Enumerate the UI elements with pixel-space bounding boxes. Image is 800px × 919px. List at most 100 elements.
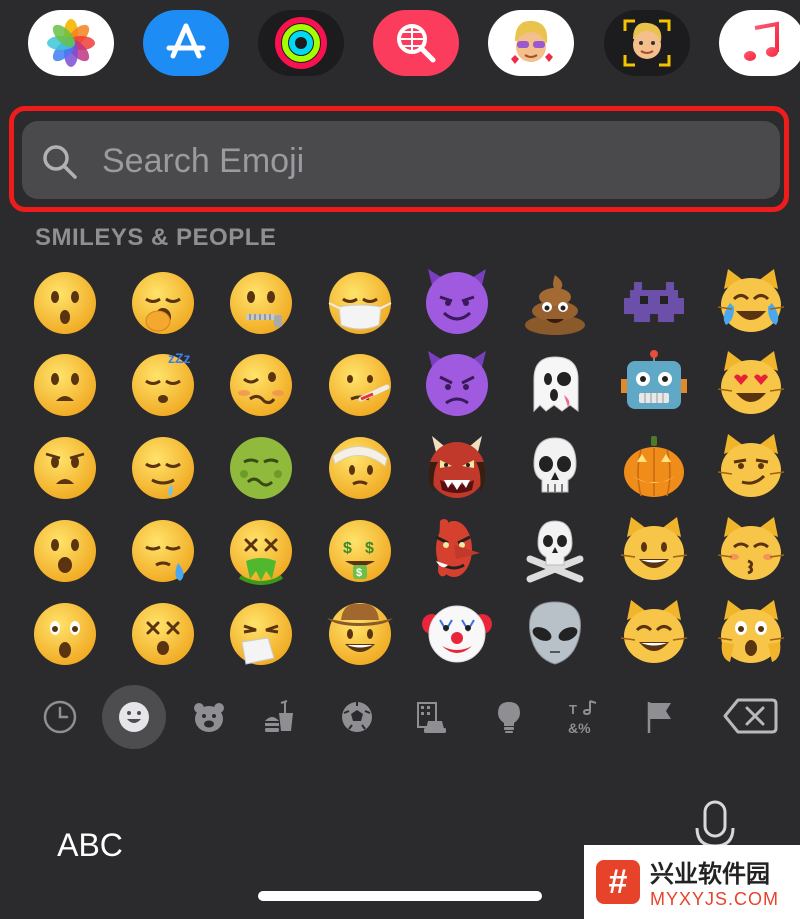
emoji-clown-face[interactable] [417,593,497,673]
emoji-robot[interactable] [614,344,694,424]
grinning-cat-with-smiling-eyes-icon [620,600,688,663]
ghost-icon [533,356,579,413]
emoji-face-with-head-bandage[interactable] [320,427,400,507]
emoji-ghost[interactable] [515,344,595,424]
emoji-angry-face-with-horns[interactable] [417,344,497,424]
emoji-kissing-cat[interactable] [711,510,791,590]
robot-icon [621,350,687,409]
category-activity-button[interactable] [325,685,389,749]
delete-key[interactable] [722,696,778,736]
category-smileys-people-button[interactable] [102,685,166,749]
category-recent-button[interactable] [28,685,92,749]
music-app-button[interactable] [719,10,800,76]
emoji-hushed-face[interactable] [25,262,105,342]
emoji-skull[interactable] [515,427,595,507]
burger-cup-icon [265,700,293,732]
memoji-stickers-app-button[interactable] [488,10,574,76]
hushed-face-icon [34,272,96,334]
animoji-app-button[interactable] [604,10,690,76]
nauseated-face-icon [230,437,292,499]
home-indicator [258,891,542,901]
emoji-cat-with-wry-smile[interactable] [711,427,791,507]
emoji-smiling-face-with-horns[interactable] [417,262,497,342]
images-search-app-button[interactable] [373,10,459,76]
svg-text:$: $ [343,540,352,557]
category-flags-button[interactable] [627,685,691,749]
emoji-anguished-face[interactable] [25,427,105,507]
activity-app-button[interactable] [258,10,344,76]
emoji-skull-and-crossbones[interactable] [515,510,595,590]
smiling-cat-with-heart-eyes-icon [717,351,785,414]
watermark-logo: # [596,860,640,904]
frowning-face-with-open-mouth-icon [34,354,96,416]
emoji-woozy-face[interactable] [221,344,301,424]
symbols-icon: T &% [568,700,597,735]
clock-icon [43,700,77,734]
clown-face-icon [422,605,492,663]
emoji-jack-o-lantern[interactable] [614,427,694,507]
emoji-alien[interactable] [515,593,595,673]
category-travel-places-button[interactable] [398,685,462,749]
skull-and-crossbones-icon [526,520,584,583]
skull-icon [533,437,577,493]
emoji-face-with-thermometer[interactable] [320,344,400,424]
emoji-face-with-open-mouth[interactable] [25,510,105,590]
building-car-icon [417,702,446,733]
memoji-sticker-icon [511,20,553,64]
category-food-drink-button[interactable] [247,685,311,749]
sleeping-face-icon: zZz [132,350,194,416]
emoji-money-mouth-face[interactable]: $ $ $ [320,510,400,590]
emoji-weary-cat[interactable] [711,593,791,673]
watermark-url: MYXYJS.COM [650,889,780,909]
emoji-goblin[interactable] [417,510,497,590]
emoji-nauseated-face[interactable] [221,427,301,507]
watermark: # 兴业软件园 MYXYJS.COM [584,845,800,919]
photos-app-button[interactable] [28,10,114,76]
cat-with-wry-smile-icon [717,434,785,497]
sleepy-face-icon [132,520,194,582]
lightbulb-icon [498,702,520,733]
emoji-zipper-mouth-face[interactable] [221,262,301,342]
emoji-sleepy-face[interactable] [123,510,203,590]
jack-o-lantern-icon [624,436,684,497]
emoji-smiling-cat-with-heart-eyes[interactable] [711,344,791,424]
emoji-grinning-cat[interactable] [614,510,694,590]
emoji-alien-monster[interactable] [614,262,694,342]
ogre-icon [428,436,486,498]
search-highlight-box [9,106,789,212]
emoji-cat-with-tears-of-joy[interactable] [711,262,791,342]
svg-text:zZz: zZz [168,350,191,366]
smiley-icon [119,702,149,732]
bear-icon [194,703,224,732]
app-store-app-button[interactable] [143,10,229,76]
emoji-face-vomiting[interactable] [221,510,301,590]
weary-cat-icon [717,600,785,663]
web-image-search-icon [397,24,436,63]
zipper-mouth-face-icon [230,272,292,334]
emoji-frowning-face-with-open-mouth[interactable] [25,344,105,424]
emoji-sleeping-face[interactable]: zZz [123,344,203,424]
category-objects-button[interactable] [477,685,541,749]
emoji-yawning-face[interactable] [123,262,203,342]
emoji-pile-of-poo[interactable] [515,262,595,342]
app-store-icon [166,23,206,59]
face-with-medical-mask-icon [328,272,392,334]
pile-of-poo-icon [525,275,585,335]
soccer-ball-icon [342,702,372,732]
flag-icon [647,702,671,733]
activity-rings-icon [275,17,327,69]
animoji-icon [623,19,671,67]
emoji-ogre[interactable] [417,427,497,507]
emoji-face-with-medical-mask[interactable] [320,262,400,342]
emoji-astonished-face[interactable] [25,593,105,673]
abc-keyboard-button[interactable]: ABC [40,818,140,872]
yawning-face-icon [132,272,194,334]
emoji-grinning-cat-with-smiling-eyes[interactable] [614,593,694,673]
category-symbols-button[interactable]: T &% [552,685,616,749]
emoji-cowboy-hat-face[interactable] [320,593,400,673]
emoji-dizzy-face[interactable] [123,593,203,673]
emoji-sneezing-face[interactable] [221,593,301,673]
category-animals-nature-button[interactable] [177,685,241,749]
emoji-drooling-face[interactable] [123,427,203,507]
dizzy-face-icon [132,603,194,665]
